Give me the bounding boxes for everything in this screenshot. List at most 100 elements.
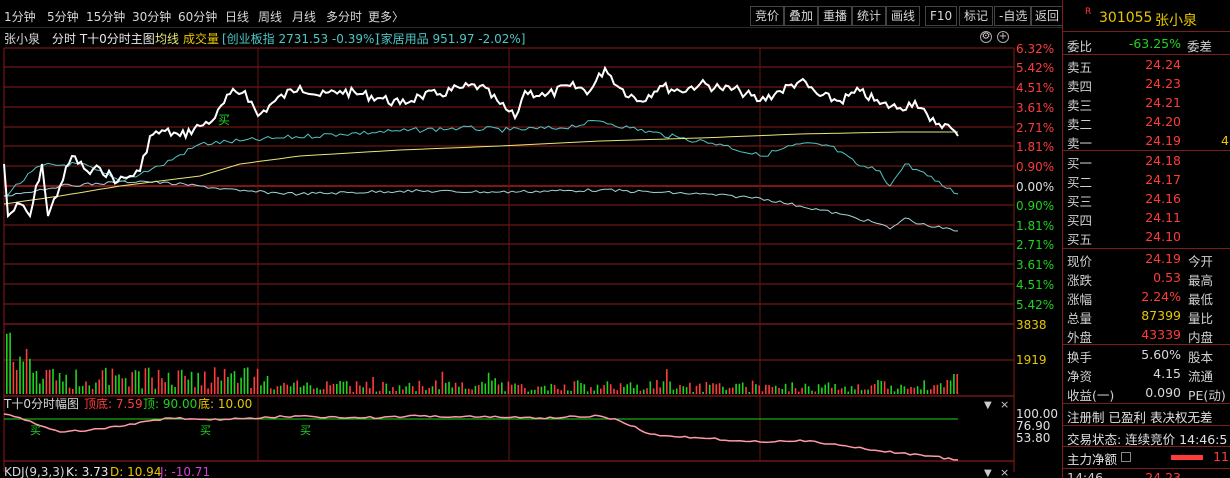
volume-bar — [586, 391, 589, 394]
volume-bar — [45, 370, 48, 394]
volume-bar — [916, 386, 919, 394]
bid-row-2[interactable]: 买二 24.17 — [1063, 171, 1230, 190]
f10-button[interactable]: F10 — [925, 6, 958, 26]
volume-bar — [672, 389, 675, 394]
stat-row-0-value: 24.19 — [1145, 251, 1181, 266]
main-flow-toggle-icon[interactable] — [1121, 452, 1131, 462]
period-5min[interactable]: 5分钟 — [47, 8, 79, 25]
volume-bar — [180, 369, 183, 394]
period-30min[interactable]: 30分钟 — [132, 8, 171, 25]
volume-bar — [501, 382, 503, 394]
stat-row-0[interactable]: 现价 24.19 今开 — [1063, 250, 1230, 269]
ask-row-5[interactable]: 卖五 24.24 — [1063, 56, 1230, 75]
volume-bar — [263, 381, 265, 394]
chart-title[interactable]: 分时 T十0分时主图 — [52, 30, 155, 47]
bid-row-4[interactable]: 买四 24.11 — [1063, 209, 1230, 228]
period-month[interactable]: 月线 — [292, 8, 316, 25]
bid-row-3[interactable]: 买三 24.16 — [1063, 190, 1230, 209]
volume-bar — [477, 385, 480, 394]
mark-button[interactable]: 标记 — [959, 6, 994, 26]
period-more[interactable]: 更多〉 — [368, 8, 404, 25]
volume-bar — [487, 372, 490, 394]
volume-bar — [784, 383, 787, 394]
volume-tick: 1919 — [1016, 353, 1047, 367]
back-button[interactable]: 返回 — [1030, 6, 1065, 26]
kdj-collapse-icon[interactable]: ▼ — [984, 468, 992, 478]
volume-bar — [619, 383, 622, 394]
volume-bar — [326, 381, 328, 394]
pct-tick: 3.61% — [1016, 101, 1055, 115]
volume-bar — [88, 385, 91, 394]
draw-button[interactable]: 画线 — [886, 6, 921, 26]
volume-bar — [118, 374, 120, 394]
stat-row-0-label: 现价 — [1067, 254, 1093, 269]
volume-bar — [755, 384, 757, 394]
kdj-k: K: 3.73 — [66, 465, 108, 478]
stat2-row-1-label: 净资 — [1067, 369, 1093, 384]
zoom-in-icon[interactable]: + — [997, 31, 1009, 43]
volume-bar — [936, 384, 939, 394]
pct-tick: 2.71% — [1016, 121, 1055, 135]
stats-button[interactable]: 统计 — [852, 6, 887, 26]
ask-row-1[interactable]: 卖一 24.19 4 — [1063, 132, 1230, 151]
volume-bar — [372, 377, 374, 394]
volume-bar — [685, 387, 688, 394]
price-axis: 6.32% 5.42% 4.51% 3.61% 2.71% 1.81% 0.90% 0.00%… — [1016, 42, 1062, 478]
volume-bar — [283, 382, 285, 394]
stat-row-3[interactable]: 总量 87399 量比 — [1063, 307, 1230, 326]
bid-row-1[interactable]: 买一 24.18 — [1063, 152, 1230, 171]
volume-bar — [649, 381, 652, 394]
volume-bar — [164, 382, 166, 394]
tick-row: 14:46 24.23 — [1063, 469, 1230, 478]
ask-row-2[interactable]: 卖二 24.20 — [1063, 113, 1230, 132]
period-multi[interactable]: 多分时 — [326, 8, 362, 25]
ask-row-3[interactable]: 卖三 24.21 — [1063, 94, 1230, 113]
volume-bar — [580, 383, 582, 394]
stat-row-4[interactable]: 外盘 43339 内盘 — [1063, 326, 1230, 345]
volume-bar — [22, 361, 25, 394]
stat2-row-0[interactable]: 换手 5.60% 股本 — [1063, 346, 1230, 365]
stat-row-2[interactable]: 涨幅 2.24% 最低 — [1063, 288, 1230, 307]
auction-button[interactable]: 竞价 — [750, 6, 785, 26]
ask-row-3-label: 卖三 — [1067, 98, 1093, 113]
volume-bar — [55, 380, 58, 394]
volume-bar — [352, 391, 355, 394]
volume-bar — [98, 379, 100, 394]
volume-bar — [715, 384, 718, 394]
settings-icon[interactable]: ⚙ — [980, 31, 992, 43]
replay-button[interactable]: 重播 — [818, 6, 853, 26]
indicator-close-icon[interactable]: × — [1000, 398, 1009, 411]
volume-bar — [494, 378, 496, 394]
period-60min[interactable]: 60分钟 — [178, 8, 217, 25]
intraday-chart[interactable]: 买 买 买 买 T十0分时幅图 顶底: 7.59 顶: 90.00 底: 10.… — [0, 46, 1062, 478]
indicator-collapse-icon[interactable]: ▼ — [984, 400, 992, 411]
volume-bar — [745, 386, 747, 394]
overlay-button[interactable]: 叠加 — [784, 6, 819, 26]
volume-bar — [392, 387, 394, 394]
pct-tick: 2.71% — [1016, 238, 1055, 252]
stat2-row-1-label2: 流通 — [1188, 369, 1214, 384]
period-week[interactable]: 周线 — [258, 8, 282, 25]
remove-watchlist-button[interactable]: -自选 — [994, 6, 1033, 26]
volume-bar — [913, 387, 916, 394]
ask-row-4[interactable]: 卖四 24.23 — [1063, 75, 1230, 94]
period-1min[interactable]: 1分钟 — [4, 8, 36, 25]
volume-bar — [253, 376, 256, 394]
volume-bar — [817, 384, 820, 394]
volume-bar — [926, 389, 929, 394]
sector-overlay-line — [3, 180, 959, 232]
kdj-close-icon[interactable]: × — [1000, 466, 1009, 478]
volume-bar — [309, 385, 312, 394]
stat2-row-1[interactable]: 净资 4.15 流通 — [1063, 365, 1230, 384]
volume-bar — [260, 385, 262, 394]
volume-bar — [563, 384, 566, 394]
period-day[interactable]: 日线 — [225, 8, 249, 25]
stat2-row-0-label: 换手 — [1067, 350, 1093, 365]
period-15min[interactable]: 15分钟 — [86, 8, 125, 25]
stat-row-1[interactable]: 涨跌 0.53 最高 — [1063, 269, 1230, 288]
bid-row-5[interactable]: 买五 24.10 — [1063, 228, 1230, 247]
main-flow-row[interactable]: 主力净额 11 — [1063, 448, 1230, 467]
stat2-row-2[interactable]: 收益(一) 0.090 PE(动) — [1063, 384, 1230, 403]
kdj-d: D: 10.94 — [110, 465, 161, 478]
volume-bar — [312, 388, 315, 394]
